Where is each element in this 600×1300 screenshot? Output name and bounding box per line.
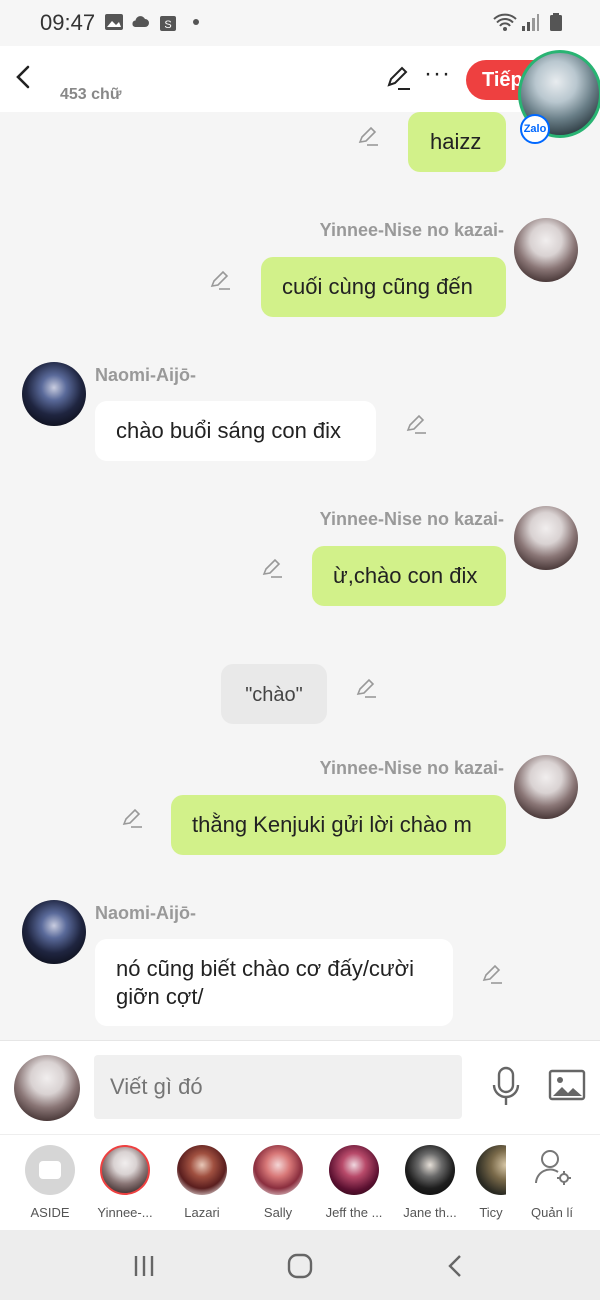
signal-icon — [522, 14, 539, 31]
microphone-icon[interactable] — [490, 1065, 522, 1109]
edit-message-icon[interactable] — [354, 676, 378, 700]
battery-icon — [550, 13, 562, 31]
svg-text:S: S — [164, 19, 171, 31]
character-yinnee[interactable]: Yinnee-... — [95, 1145, 155, 1220]
back-icon[interactable] — [442, 1252, 470, 1280]
user-settings-icon — [535, 1150, 571, 1185]
avatar — [100, 1145, 150, 1195]
edit-message-icon[interactable] — [480, 962, 504, 986]
edit-message-icon[interactable] — [356, 124, 380, 148]
dot-icon — [193, 19, 199, 25]
composer-bar — [0, 1040, 600, 1135]
aside-icon — [25, 1145, 75, 1195]
word-count: 453 chữ — [60, 86, 122, 103]
chat-area[interactable]: haizz Yinnee-Nise no kazai- cuối cùng cũ… — [0, 112, 600, 1040]
character-aside[interactable]: ASIDE — [20, 1145, 80, 1220]
sender-name: Naomi-Aijō- — [95, 365, 196, 385]
avatar[interactable] — [514, 755, 578, 819]
edit-message-icon[interactable] — [260, 556, 284, 580]
sender-name: Yinnee-Nise no kazai- — [319, 220, 504, 240]
avatar — [177, 1145, 227, 1195]
message-bubble[interactable]: cuối cùng cũng đến — [261, 257, 506, 317]
status-time: 09:47 — [40, 10, 96, 35]
avatar[interactable] — [514, 218, 578, 282]
avatar[interactable] — [22, 362, 86, 426]
system-nav-bar — [0, 1230, 600, 1300]
avatar — [476, 1145, 506, 1195]
image-icon[interactable] — [548, 1067, 586, 1103]
message-bubble[interactable]: chào buổi sáng con đix — [95, 401, 376, 461]
edit-message-icon[interactable] — [120, 806, 144, 830]
avatar — [405, 1145, 455, 1195]
edit-message-icon[interactable] — [404, 412, 428, 436]
avatar[interactable] — [22, 900, 86, 964]
shopping-icon: S — [160, 16, 176, 31]
cloud-icon — [132, 16, 149, 27]
narration-bubble[interactable]: "chào" — [221, 664, 327, 724]
sender-name: Yinnee-Nise no kazai- — [319, 509, 504, 529]
character-jeff[interactable]: Jeff the ... — [324, 1145, 384, 1220]
character-ticy[interactable]: Ticy — [476, 1145, 506, 1220]
manage-characters[interactable]: Quản lí — [522, 1145, 582, 1220]
recent-apps-icon[interactable] — [130, 1252, 158, 1280]
avatar — [253, 1145, 303, 1195]
message-bubble[interactable]: thằng Kenjuki gửi lời chào m — [171, 795, 506, 855]
avatar[interactable] — [514, 506, 578, 570]
back-arrow-icon[interactable] — [12, 62, 36, 92]
character-lazari[interactable]: Lazari — [172, 1145, 232, 1220]
status-bar: 09:47 S — [0, 0, 600, 46]
edit-pencil-icon[interactable] — [384, 64, 412, 92]
character-strip: ASIDE Yinnee-... Lazari Sally Jeff the .… — [0, 1134, 600, 1231]
more-options-icon[interactable]: ··· — [424, 60, 451, 88]
character-sally[interactable]: Sally — [248, 1145, 308, 1220]
character-jane[interactable]: Jane th... — [400, 1145, 460, 1220]
sender-name: Yinnee-Nise no kazai- — [319, 758, 504, 778]
home-icon[interactable] — [286, 1252, 314, 1280]
message-input[interactable] — [94, 1055, 462, 1119]
edit-message-icon[interactable] — [208, 268, 232, 292]
sender-name: Naomi-Aijō- — [95, 903, 196, 923]
top-bar: 453 chữ ··· Tiếp — [0, 46, 600, 112]
wifi-icon — [493, 13, 517, 31]
message-bubble[interactable]: nó cũng biết chào cơ đấy/cười giỡn cợt/ — [95, 939, 453, 1026]
current-character-avatar[interactable] — [14, 1055, 80, 1121]
message-bubble[interactable]: ừ,chào con đix — [312, 546, 506, 606]
avatar — [329, 1145, 379, 1195]
gallery-icon — [105, 14, 123, 30]
message-bubble[interactable]: haizz — [408, 112, 506, 172]
